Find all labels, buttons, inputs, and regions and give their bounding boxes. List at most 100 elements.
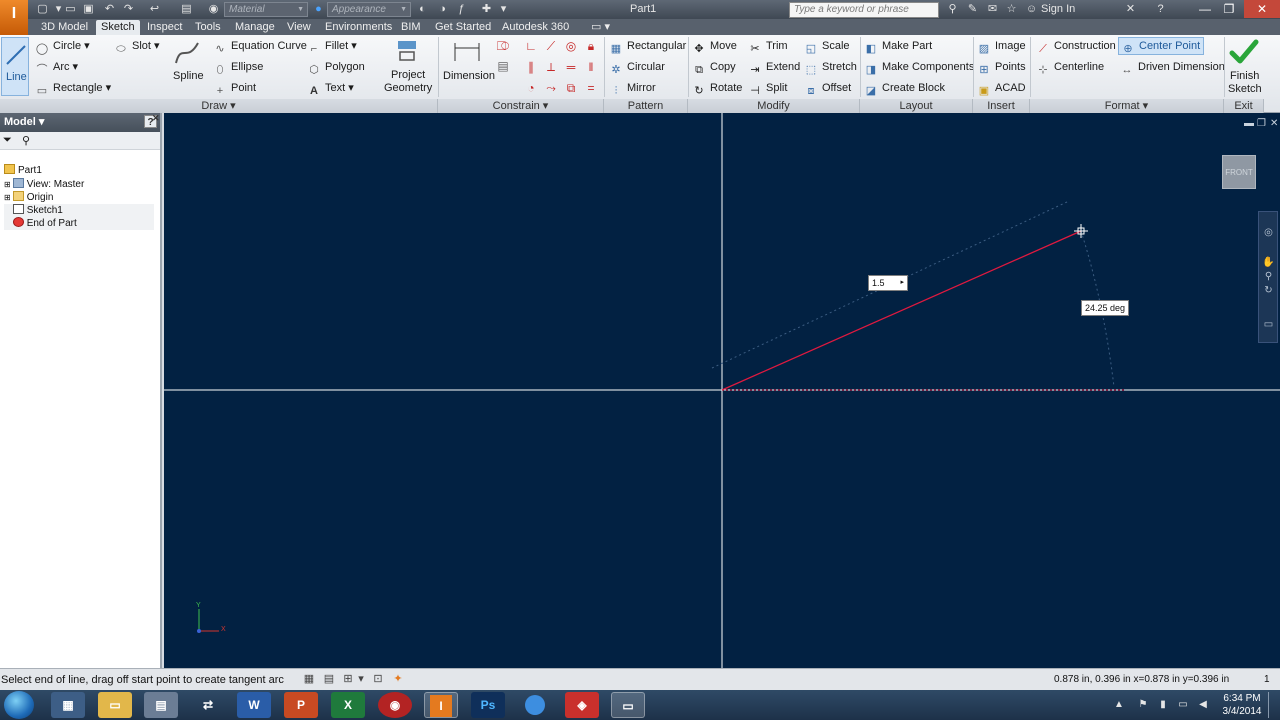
- tab-3d-model[interactable]: 3D Model: [36, 20, 93, 35]
- make-components-button[interactable]: ◨ Make Components: [864, 59, 975, 76]
- power-icon[interactable]: ▭: [1176, 698, 1190, 712]
- tree-item-part1[interactable]: Part1: [4, 164, 42, 177]
- sketchup-app-icon[interactable]: ◈: [565, 692, 599, 718]
- word-app-icon[interactable]: W: [237, 692, 271, 718]
- move-button[interactable]: ✥ Move: [692, 38, 737, 55]
- make-part-button[interactable]: ◧ Make Part: [864, 38, 932, 55]
- itunes-app-icon[interactable]: [518, 692, 552, 718]
- rectangular-pattern-button[interactable]: ▦ Rectangular: [609, 38, 687, 55]
- ellipse-button[interactable]: ⬯ Ellipse: [213, 59, 264, 76]
- show-dimensions-icon[interactable]: ▦: [302, 672, 316, 686]
- search-input[interactable]: Type a keyword or phrase: [789, 2, 939, 18]
- browser-title[interactable]: Model: [4, 116, 36, 128]
- communication-icon[interactable]: ✉: [986, 3, 999, 16]
- tab-environments[interactable]: Environments: [320, 20, 397, 35]
- tab-bim[interactable]: BIM: [396, 20, 426, 35]
- pan-icon[interactable]: ✋: [1262, 256, 1275, 269]
- smooth-constraint-icon[interactable]: ⤳: [543, 80, 559, 96]
- dimension-button[interactable]: Dimension: [441, 37, 495, 97]
- circle-button[interactable]: ◯ Circle ▾: [35, 38, 90, 55]
- vertical-constraint-icon[interactable]: ‖: [583, 59, 599, 75]
- sign-in-link[interactable]: Sign In: [1041, 3, 1075, 15]
- calendar-app-icon[interactable]: ▦: [51, 692, 85, 718]
- powerpoint-app-icon[interactable]: P: [284, 692, 318, 718]
- show-constraints-icon[interactable]: ▤: [322, 672, 336, 686]
- close-cross-icon[interactable]: ✕: [1124, 3, 1137, 16]
- tangent-constraint-icon[interactable]: ◔: [523, 80, 539, 96]
- centerline-button[interactable]: ⊹ Centerline: [1036, 59, 1104, 76]
- tree-item-end-of-part[interactable]: ⊞End of Part: [4, 217, 154, 230]
- parameters-icon[interactable]: ƒ: [455, 3, 468, 16]
- angle-value-input[interactable]: 24.25 deg: [1081, 300, 1129, 316]
- perpendicular-constraint-icon[interactable]: ⟂: [543, 59, 559, 75]
- customize-dropdown-icon[interactable]: ▾: [497, 3, 510, 16]
- close-view-icon[interactable]: ✕: [1270, 118, 1278, 129]
- open-icon[interactable]: ▭: [64, 3, 77, 16]
- inventor-app-icon[interactable]: I: [424, 692, 458, 718]
- adjust-icon[interactable]: ◑: [436, 3, 449, 16]
- restore-view-icon[interactable]: ❐: [1257, 118, 1266, 129]
- close-window-button[interactable]: ✕: [1244, 0, 1280, 18]
- calculator-app-icon[interactable]: ▤: [144, 692, 178, 718]
- file-explorer-app-icon[interactable]: ▭: [98, 692, 132, 718]
- tree-item-origin[interactable]: ⊞ Origin: [4, 191, 53, 204]
- polygon-button[interactable]: ⬡ Polygon: [307, 59, 365, 76]
- tree-item-sketch1[interactable]: ⊞Sketch1: [4, 204, 154, 217]
- network-app-icon[interactable]: ⇄: [191, 692, 225, 718]
- center-point-button[interactable]: ⊕ Center Point: [1118, 37, 1205, 55]
- driven-dimension-button[interactable]: ↔ Driven Dimension: [1120, 59, 1225, 76]
- coincident-constraint-icon[interactable]: ∟: [523, 38, 539, 54]
- trim-button[interactable]: ✂ Trim: [748, 38, 787, 55]
- acad-button[interactable]: ▣ ACAD: [977, 80, 1026, 97]
- symmetric-constraint-icon[interactable]: ⧉: [563, 80, 579, 96]
- window-app-icon[interactable]: ▭: [611, 692, 645, 718]
- volume-icon[interactable]: ◀: [1196, 698, 1210, 712]
- horizontal-constraint-icon[interactable]: ═: [563, 59, 579, 75]
- points-button[interactable]: ⊞ Points: [977, 59, 1025, 76]
- copy-button[interactable]: ⧉ Copy: [692, 59, 736, 76]
- auto-project-icon[interactable]: ✦: [391, 672, 405, 686]
- filter-icon[interactable]: ⏷: [3, 134, 12, 147]
- sketch-dof-icon[interactable]: ⊡: [371, 672, 385, 686]
- clock-time[interactable]: 6:34 PM: [1220, 693, 1264, 704]
- ribbon-options-icon[interactable]: ▭ ▾: [586, 20, 615, 35]
- start-button[interactable]: [4, 691, 34, 719]
- equation-curve-button[interactable]: ∿ Equation Curve: [213, 38, 306, 55]
- zoom-icon[interactable]: ⚲: [1262, 270, 1275, 283]
- auto-dimension-icon[interactable]: ⎄: [495, 38, 511, 54]
- tab-get-started[interactable]: Get Started: [430, 20, 496, 35]
- finish-sketch-button[interactable]: Finish Sketch: [1226, 37, 1262, 97]
- rectangle-button[interactable]: ▭ Rectangle ▾: [35, 80, 111, 97]
- show-constraints-icon[interactable]: ▤: [495, 58, 511, 74]
- action-center-icon[interactable]: ⚑: [1136, 698, 1150, 712]
- favorites-icon[interactable]: ☆: [1005, 3, 1018, 16]
- line-button[interactable]: Line: [1, 37, 29, 96]
- rotate-button[interactable]: ↻ Rotate: [692, 80, 742, 97]
- look-at-icon[interactable]: ▭: [1262, 318, 1275, 331]
- fix-constraint-icon[interactable]: 🔒︎: [583, 38, 599, 54]
- orbit-icon[interactable]: ↻: [1262, 284, 1275, 297]
- minimize-view-icon[interactable]: ▬: [1244, 118, 1254, 129]
- save-icon[interactable]: ▣: [82, 3, 95, 16]
- create-block-button[interactable]: ◪ Create Block: [864, 80, 945, 97]
- binoculars-icon[interactable]: ⚲: [22, 134, 30, 147]
- concentric-constraint-icon[interactable]: ◎: [563, 38, 579, 54]
- new-icon[interactable]: ▢: [36, 3, 49, 16]
- fillet-button[interactable]: ⌐ Fillet ▾: [307, 38, 357, 55]
- viewcube[interactable]: FRONT: [1222, 155, 1256, 189]
- slot-button[interactable]: ⬭ Slot ▾: [114, 38, 159, 55]
- length-value-input[interactable]: 1.5 ▸: [868, 275, 908, 291]
- tab-autodesk-360[interactable]: Autodesk 360: [497, 20, 574, 35]
- steering-wheel-icon[interactable]: ◎: [1262, 226, 1275, 239]
- undo-icon[interactable]: ↶: [103, 3, 116, 16]
- show-dof-icon[interactable]: ⊞: [341, 672, 355, 686]
- roxio-app-icon[interactable]: ◉: [378, 692, 412, 718]
- help-icon[interactable]: ?: [1154, 3, 1167, 16]
- offset-button[interactable]: ⧈ Offset: [804, 80, 852, 97]
- draw-panel-label[interactable]: Draw ▾: [0, 99, 438, 113]
- minimize-window-button[interactable]: —: [1194, 0, 1216, 18]
- parallel-constraint-icon[interactable]: ∥: [523, 59, 539, 75]
- point-button[interactable]: + Point: [213, 80, 256, 97]
- stretch-button[interactable]: ⬚ Stretch: [804, 59, 857, 76]
- text-button[interactable]: A Text ▾: [307, 80, 354, 97]
